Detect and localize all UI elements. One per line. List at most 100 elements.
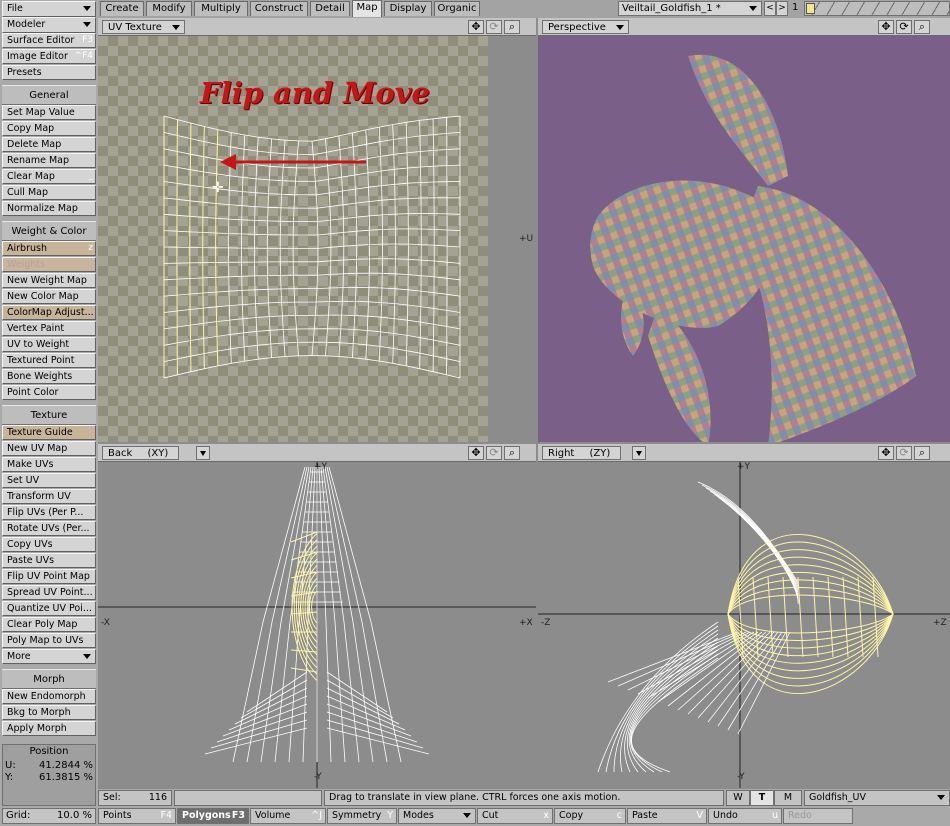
zoom-view-icon[interactable]: ⌕ [914,20,930,34]
sidebar-item-transform-uv[interactable]: Transform UV [2,489,96,504]
sidebar-item-make-uvs[interactable]: Make UVs [2,457,96,472]
more-menu[interactable]: More [2,649,96,664]
sidebar-item-vertex-paint[interactable]: Vertex Paint [2,321,96,336]
back-view-dropdown-arrow[interactable] [196,446,210,460]
texture-map-toggle[interactable]: T [750,790,774,806]
move-view-icon[interactable]: ✥ [468,20,484,34]
sidebar-item-new-endomorph[interactable]: New Endomorph [2,689,96,704]
sidebar-item-poly-map-to-uvs[interactable]: Poly Map to UVs [2,633,96,648]
bottom-polygons-button[interactable]: Polygons F3 [177,808,249,824]
rotate-view-icon[interactable]: ⟳ [896,20,912,34]
back-fin [216,711,308,743]
uv-viewport-type-dropdown[interactable]: UV Texture [102,20,185,34]
right-bottom-axis-label: -Y [737,772,745,782]
sidebar-item-clear-poly-map[interactable]: Clear Poly Map [2,617,96,632]
perspective-viewport[interactable]: Perspective ✥ ⟳ ⌕ [538,18,950,442]
sidebar-item-normalize-map[interactable]: Normalize Map [2,201,96,216]
zoom-view-icon[interactable]: ⌕ [914,446,930,460]
bottom-modes-button[interactable]: Modes [398,808,476,824]
sidebar-item-copy-uvs[interactable]: Copy UVs [2,537,96,552]
sidebar-item-point-color[interactable]: Point Color [2,385,96,400]
sidebar-item-rename-map[interactable]: Rename Map [2,153,96,168]
move-view-icon[interactable]: ✥ [468,446,484,460]
back-mesh-selected [290,531,318,681]
sidebar-item-new-weight-map[interactable]: New Weight Map [2,273,96,288]
sidebar-item-flip-uvs-per-p-[interactable]: Flip UVs (Per P... [2,505,96,520]
sidebar-item-flip-uv-point-map[interactable]: Flip UV Point Map [2,569,96,584]
modeler-menu[interactable]: Modeler [2,17,96,33]
tab-modify[interactable]: Modify [146,1,192,16]
uv-map-selector[interactable]: Goldfish_UV [804,790,950,806]
right-viewport[interactable]: Right (ZY) ✥ ⟳ ⌕ +Y -Z +Z -Y [538,444,950,788]
rotate-view-icon[interactable]: ⟳ [896,446,912,460]
sidebar-item-surface-editor[interactable]: Surface Editor F3 [2,33,96,48]
zoom-view-icon[interactable]: ⌕ [504,446,520,460]
sidebar-item-cull-map[interactable]: Cull Map [2,185,96,200]
right-view-dropdown-arrow[interactable] [632,446,646,460]
layer-slot-active[interactable] [806,3,815,14]
move-view-icon[interactable]: ✥ [878,20,894,34]
uv-texture-viewport[interactable]: UV Texture ✥ ⟳ ⌕ ✛ Flip and Move +U [98,18,536,442]
rotate-view-icon[interactable]: ⟳ [486,446,502,460]
tab-construct[interactable]: Construct [250,1,308,16]
bottom-cut-button[interactable]: Cut x [477,808,553,824]
sidebar-item-bone-weights[interactable]: Bone Weights [2,369,96,384]
sidebar-item-presets-label: Presets [7,67,42,78]
layer-prev-button[interactable]: < [764,1,776,16]
bottom-redo-button[interactable]: Redo [783,808,853,824]
sidebar-item-texture-guide[interactable]: Texture Guide [2,425,96,440]
sidebar-item-textured-point[interactable]: Textured Point [2,353,96,368]
bottom-undo-button[interactable]: Undo u [708,808,782,824]
back-view-dropdown[interactable]: Back (XY) [102,446,180,460]
back-viewport[interactable]: Back (XY) ✥ ⟳ ⌕ +Y -X +X -Y [98,444,536,788]
back-view-canvas[interactable] [98,462,536,788]
sidebar-item-apply-morph[interactable]: Apply Morph [2,721,96,736]
weight-map-toggle[interactable]: W [726,790,750,806]
tab-map[interactable]: Map [352,0,382,17]
sidebar-item-paste-uvs[interactable]: Paste UVs [2,553,96,568]
sidebar-item-quantize-uv-poi-[interactable]: Quantize UV Poi... [2,601,96,616]
right-view-canvas[interactable] [538,462,950,788]
perspective-view-dropdown[interactable]: Perspective [542,20,629,34]
sidebar-item-uv-to-weight[interactable]: UV to Weight [2,337,96,352]
right-body-col [842,576,849,658]
tab-detail[interactable]: Detail [310,1,350,16]
sidebar-item-clear-map[interactable]: Clear Map _ [2,169,96,184]
sidebar-item-airbrush[interactable]: Airbrush z [2,241,96,256]
zoom-view-icon[interactable]: ⌕ [504,20,520,34]
tab-create[interactable]: Create [100,1,144,16]
layer-next-button[interactable]: > [776,1,788,16]
bottom-paste-button[interactable]: Paste V [627,808,707,824]
sidebar-item-set-uv[interactable]: Set UV [2,473,96,488]
sidebar-item-set-map-value[interactable]: Set Map Value [2,105,96,120]
object-selector[interactable]: Veiltail_Goldfish_1 * [618,1,762,16]
rotate-view-icon[interactable]: ⟳ [486,20,502,34]
file-menu[interactable]: File [2,1,96,17]
tab-organic[interactable]: Organic [434,1,480,16]
sidebar-item-new-uv-map[interactable]: New UV Map [2,441,96,456]
sidebar-item-image-editor[interactable]: Image Editor ^F4 [2,49,96,64]
sidebar-item-bkg-to-morph[interactable]: Bkg to Morph [2,705,96,720]
u-value: 41.2844 % [38,760,93,771]
perspective-viewport-header: Perspective ✥ ⟳ ⌕ [538,18,950,36]
bottom-volume-button[interactable]: Volume ^J [250,808,326,824]
bottom-points-button[interactable]: Points F4 [98,808,176,824]
tab-display[interactable]: Display [384,1,432,16]
sidebar: File Modeler General Weight & Color Text… [0,0,98,826]
sidebar-item-rotate-uvs-per-[interactable]: Rotate UVs (Per... [2,521,96,536]
right-view-dropdown[interactable]: Right (ZY) [542,446,622,460]
sidebar-item-colormap-adjust-[interactable]: ColorMap Adjust... [2,305,96,320]
sidebar-item-weights[interactable]: Weights [2,257,96,272]
sidebar-item-spread-uv-point-[interactable]: Spread UV Point... [2,585,96,600]
back-mesh-wireframe [204,466,430,763]
sidebar-item-presets[interactable]: Presets [2,65,96,80]
tab-multiply[interactable]: Multiply [194,1,248,16]
sidebar-item-new-color-map[interactable]: New Color Map [2,289,96,304]
sidebar-item-delete-map[interactable]: Delete Map [2,137,96,152]
bottom-copy-button[interactable]: Copy c [554,808,626,824]
morph-map-toggle[interactable]: M [774,790,802,806]
sidebar-item-copy-map[interactable]: Copy Map [2,121,96,136]
move-view-icon[interactable]: ✥ [878,446,894,460]
bottom-symmetry-button[interactable]: Symmetry Y [327,808,397,824]
layer-strip[interactable] [804,1,950,16]
